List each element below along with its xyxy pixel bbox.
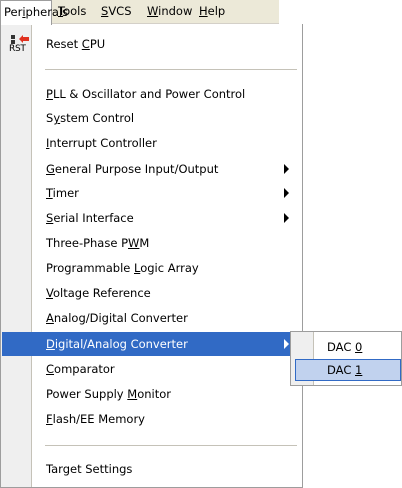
menu-item-pll-oscillator[interactable]: PLL & Oscillator and Power Control xyxy=(2,83,302,105)
menu-item-label: PLL & Oscillator and Power Control xyxy=(46,87,246,101)
menu-item-label: System Control xyxy=(46,111,135,125)
menu-bar: Peripherals Tools SVCS Window Help xyxy=(0,0,279,25)
menu-accel: H xyxy=(199,4,208,18)
menu-item-label: Digital/Analog Converter xyxy=(46,337,188,351)
menu-item-adc[interactable]: Analog/Digital Converter xyxy=(2,307,302,329)
menu-separator xyxy=(45,445,297,446)
menu-item-serial-interface[interactable]: Serial Interface xyxy=(2,207,302,229)
menu-item-label: DAC 0 xyxy=(327,340,363,354)
menu-item-label: Three-Phase PWM xyxy=(46,236,150,250)
menu-label: indow xyxy=(158,4,193,18)
menu-item-label: Serial Interface xyxy=(46,211,134,225)
menu-item-comparator[interactable]: Comparator xyxy=(2,358,302,380)
menu-item-gpio[interactable]: General Purpose Input/Output xyxy=(2,158,302,180)
menu-label: Per xyxy=(4,5,23,19)
menu-item-system-control[interactable]: System Control xyxy=(2,107,302,129)
menu-item-programmable-logic-array[interactable]: Programmable Logic Array xyxy=(2,257,302,279)
menu-accel: W xyxy=(147,4,159,18)
dac-submenu: DAC 0 DAC 1 xyxy=(290,331,402,386)
menu-label: pherals xyxy=(25,5,69,19)
menu-item-dac[interactable]: Digital/Analog Converter xyxy=(2,332,302,356)
menu-item-label: DAC 1 xyxy=(327,363,363,377)
menu-item-voltage-reference[interactable]: Voltage Reference xyxy=(2,282,302,304)
menu-item-timer[interactable]: Timer xyxy=(2,182,302,204)
menu-item-flash-ee-memory[interactable]: Flash/EE Memory xyxy=(2,408,302,430)
menu-svcs[interactable]: SVCS xyxy=(101,0,132,24)
menu-item-power-supply-monitor[interactable]: Power Supply Monitor xyxy=(2,383,302,405)
menu-item-target-settings[interactable]: Target Settings xyxy=(2,458,302,480)
menu-item-reset-cpu[interactable]: RST Reset CPU xyxy=(2,33,302,55)
menu-label: VCS xyxy=(108,4,132,18)
menu-separator xyxy=(45,69,297,70)
menu-item-label: Target Settings xyxy=(46,462,133,476)
submenu-arrow-icon xyxy=(284,213,289,223)
peripherals-menu: RST Reset CPU PLL & Oscillator and Power… xyxy=(0,24,303,488)
menu-item-label: General Purpose Input/Output xyxy=(46,162,219,176)
submenu-item-dac-1[interactable]: DAC 1 xyxy=(295,359,401,381)
menu-item-label: Interrupt Controller xyxy=(46,136,157,150)
menu-item-interrupt-controller[interactable]: Interrupt Controller xyxy=(2,132,302,154)
menu-peripherals[interactable]: Peripherals xyxy=(0,0,68,25)
menu-item-label: Voltage Reference xyxy=(46,286,151,300)
menu-item-label: Timer xyxy=(46,186,79,200)
menu-item-label: Comparator xyxy=(46,362,115,376)
menu-item-label: Power Supply Monitor xyxy=(46,387,172,401)
reset-icon-label: RST xyxy=(9,44,26,54)
menu-window[interactable]: Window xyxy=(147,0,192,24)
submenu-arrow-icon xyxy=(284,164,289,174)
submenu-arrow-icon xyxy=(284,188,289,198)
menu-item-label: Reset CPU xyxy=(46,37,106,51)
submenu-arrow-icon xyxy=(284,339,289,349)
reset-cpu-icon: RST xyxy=(9,34,31,58)
menu-item-label: Flash/EE Memory xyxy=(46,412,145,426)
menu-item-three-phase-pwm[interactable]: Three-Phase PWM xyxy=(2,232,302,254)
menu-item-label: Analog/Digital Converter xyxy=(46,311,188,325)
menu-item-label: Programmable Logic Array xyxy=(46,261,199,275)
submenu-item-dac-0[interactable]: DAC 0 xyxy=(295,336,402,358)
menu-help[interactable]: Help xyxy=(199,0,225,24)
menu-label: elp xyxy=(207,4,226,18)
